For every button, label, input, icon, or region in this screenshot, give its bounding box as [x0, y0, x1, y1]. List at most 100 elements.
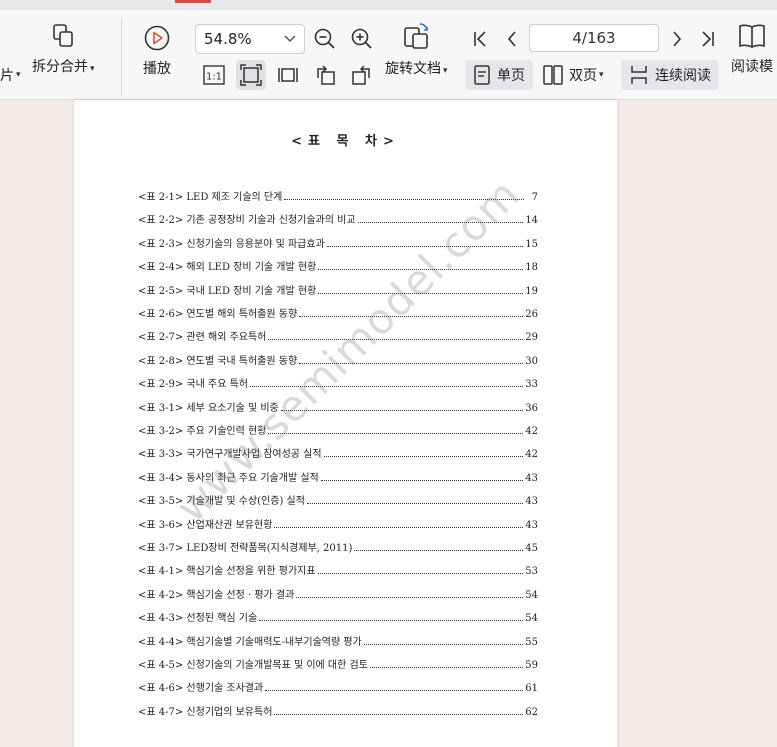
first-page-icon [474, 31, 486, 47]
toc-entry[interactable]: <표 2-8> 연도별 국내 특허출원 동향 30 [138, 352, 538, 368]
partial-menu-button[interactable]: 片 ▾ [0, 60, 21, 90]
toc-entry-page: 62 [525, 706, 538, 718]
chevron-left-icon [507, 31, 516, 47]
toc-leader-dots [274, 526, 524, 528]
toc-entry[interactable]: <표 4-1> 핵심기술 선정을 위한 평가지표 53 [138, 562, 538, 578]
chevron-down-icon [284, 35, 296, 43]
toc-leader-dots [357, 222, 524, 224]
toc-entry-label: <표 2-3> 신청기술의 응용분야 및 파급효과 [138, 238, 325, 250]
split-merge-button[interactable]: 拆分合并 ▾ [32, 22, 95, 76]
single-page-label: 单页 [497, 68, 525, 84]
page-title: <표 목 차> [291, 134, 400, 149]
rotate-left-button[interactable] [310, 60, 340, 90]
page-number-input[interactable]: 4/163 [529, 24, 659, 52]
play-button[interactable]: 播放 [143, 24, 171, 78]
toc-leader-dots [320, 479, 524, 481]
zoom-out-button[interactable] [310, 24, 340, 54]
rotate-right-icon [352, 65, 370, 85]
toc-entry-page: 59 [525, 660, 538, 671]
toc-entry[interactable]: <표 2-2> 기존 공정장비 기술과 신청기술과의 비교 14 [138, 211, 538, 227]
toc-leader-dots [318, 269, 524, 271]
toc-entry[interactable]: <표 3-4> 동사의 최근 주요 기술개발 실적 43 [138, 469, 538, 485]
toc-entry-label: <표 2-9> 국내 주요 특허 [138, 379, 248, 391]
toc-entry-page: 30 [525, 355, 538, 367]
zoom-in-button[interactable] [347, 24, 377, 54]
split-merge-icon [53, 24, 74, 47]
toc-entry-label: <표 2-5> 국내 LED 장비 기술 개발 현황 [138, 285, 317, 297]
toolbar-divider [121, 18, 122, 96]
toc-entry[interactable]: <표 2-3> 신청기술의 응용분야 및 파급효과 15 [138, 235, 538, 251]
toc-entry-page: 19 [525, 285, 538, 297]
toc-leader-dots [268, 339, 524, 341]
toc-entry[interactable]: <표 2-9> 국내 주요 특허 33 [138, 375, 538, 391]
continuous-reading-button[interactable]: 连续阅读 [621, 60, 719, 90]
toc-entry-page: 14 [525, 215, 538, 227]
toc-entry-label: <표 4-7> 신청기업의 보유특허 [138, 706, 273, 718]
toolbar: 片 ▾ 拆分合并 ▾ 播放 54.8% 1:1 旋转文档 ▾ 4/163 单页 … [0, 10, 777, 100]
toc-entry[interactable]: <표 2-7> 관련 해외 주요특허 29 [138, 328, 538, 344]
toc-leader-dots [268, 433, 524, 434]
zoom-in-icon [351, 28, 372, 49]
one-to-one-text: 1:1 [206, 72, 222, 83]
double-page-button[interactable]: 双页 ▾ [543, 60, 604, 90]
toc-entry-page: 42 [525, 426, 538, 437]
toc-entry[interactable]: <표 2-4> 해외 LED 장비 기술 개발 현황 18 [138, 258, 538, 274]
actual-size-button[interactable]: 1:1 [199, 60, 229, 90]
single-page-button[interactable]: 单页 [465, 60, 533, 90]
toc-leader-dots [317, 573, 524, 575]
toc-entry-label: <표 4-3> 선정된 핵심 기술 [138, 613, 258, 625]
double-page-icon [543, 65, 563, 85]
rotate-document-label: 旋转文档 [385, 61, 441, 77]
toc-entry-page: 26 [525, 309, 538, 320]
toc-entry-label: <표 3-2> 주요 기술인력 현황 [138, 426, 267, 437]
rotate-right-button[interactable] [347, 60, 377, 90]
toc-leader-dots [354, 550, 524, 551]
first-page-button[interactable] [465, 24, 495, 54]
last-page-icon [702, 31, 714, 47]
fit-page-button[interactable] [236, 60, 266, 90]
toc-leader-dots [284, 199, 524, 200]
last-page-button[interactable] [693, 24, 723, 54]
read-mode-button[interactable]: 阅读模 [731, 22, 773, 76]
toc-leader-dots [306, 503, 524, 505]
toc-entry[interactable]: <표 3-5> 기술개발 및 수상(인증) 실적 43 [138, 492, 538, 508]
split-merge-label: 拆分合并 [32, 59, 88, 75]
toc-entry-page: 36 [525, 402, 538, 414]
toc-entry-page: 61 [525, 683, 538, 695]
zoom-select[interactable]: 54.8% [195, 24, 305, 54]
toc-entry[interactable]: <표 4-5> 신청기술의 기술개발목표 및 이에 대한 검토 59 [138, 656, 538, 672]
toc-entry[interactable]: <표 2-6> 연도별 해외 특허출원 동향 26 [138, 305, 538, 321]
toc-entry-label: <표 2-8> 연도별 국내 특허출원 동향 [138, 355, 298, 367]
toc-leader-dots [323, 456, 524, 458]
toc-entry-page: 54 [525, 589, 538, 601]
next-page-button[interactable] [662, 24, 692, 54]
toc-entry[interactable]: <표 3-2> 주요 기술인력 현황 42 [138, 422, 538, 438]
toc-entry[interactable]: <표 4-7> 신청기업의 보유특허 62 [138, 703, 538, 719]
toc-entry-label: <표 3-1> 세부 요소기술 및 비중 [138, 402, 279, 414]
toc-entry[interactable]: <표 4-2> 핵심기술 선정 · 평가 결과 54 [138, 586, 538, 602]
tab-strip [0, 0, 777, 10]
toc-entry[interactable]: <표 4-4> 핵심기술별 기술매력도-내부기술역량 평가 55 [138, 633, 538, 649]
toc-entry[interactable]: <표 2-5> 국내 LED 장비 기술 개발 현황 19 [138, 282, 538, 298]
toc-entry-page: 7 [531, 192, 538, 203]
toc-leader-dots [280, 409, 524, 411]
toc-entry-page: 29 [525, 332, 538, 344]
page-number-value: 4/163 [572, 29, 616, 47]
rotate-document-button[interactable]: 旋转文档 ▾ [385, 22, 448, 78]
toc-entry-label: <표 2-6> 연도별 해외 특허출원 동향 [138, 309, 298, 320]
fit-width-button[interactable] [273, 60, 303, 90]
toc-entry[interactable]: <표 3-6> 산업재산권 보유현황 43 [138, 516, 538, 532]
toc-entry[interactable]: <표 3-7> LED장비 전략품목(지식경제부, 2011) 45 [138, 539, 538, 555]
toc-entry[interactable]: <표 3-3> 국가연구개발사업 참여성공 실적 42 [138, 445, 538, 461]
toc-entry[interactable]: <표 4-6> 선행기술 조사결과 61 [138, 679, 538, 695]
previous-page-button[interactable] [497, 24, 527, 54]
zoom-value: 54.8% [204, 30, 252, 48]
chevron-down-icon: ▾ [90, 64, 95, 74]
toc-entry-page: 54 [525, 613, 538, 625]
toc-entry-label: <표 2-7> 관련 해외 주요특허 [138, 332, 267, 344]
toc-entry-page: 15 [525, 238, 538, 250]
toc-entry[interactable]: <표 4-3> 선정된 핵심 기술 54 [138, 609, 538, 625]
toc-entry[interactable]: <표 2-1> LED 제조 기술의 단계 7 [138, 188, 538, 204]
zoom-out-icon [314, 28, 335, 49]
toc-entry[interactable]: <표 3-1> 세부 요소기술 및 비중 36 [138, 399, 538, 415]
